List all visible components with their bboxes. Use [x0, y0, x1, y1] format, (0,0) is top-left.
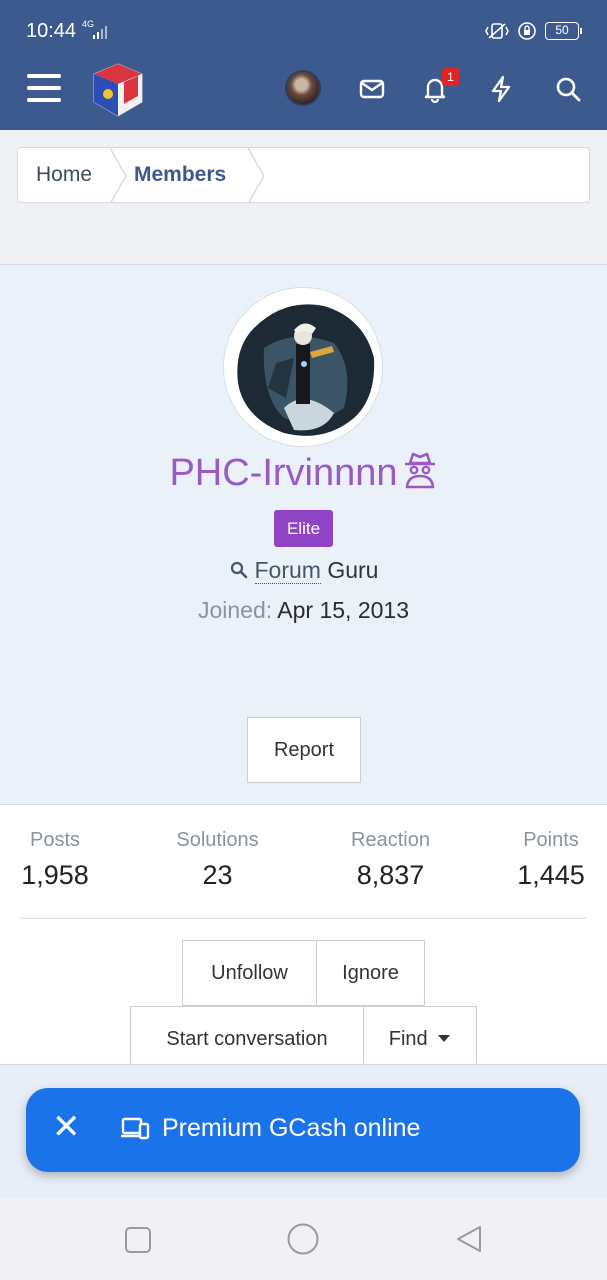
- unfollow-button[interactable]: Unfollow: [182, 940, 317, 1006]
- signal-icon: [93, 26, 107, 39]
- user-title: Forum Guru: [0, 557, 607, 584]
- breadcrumb-separator-icon: [247, 148, 265, 202]
- find-label: Find: [388, 1028, 428, 1050]
- battery-indicator: 50: [545, 22, 582, 40]
- stat-value: 8,837: [356, 860, 425, 890]
- divider: [20, 918, 587, 919]
- search-icon[interactable]: [553, 74, 583, 104]
- user-banner: Elite: [274, 510, 333, 547]
- bolt-icon[interactable]: [486, 74, 516, 104]
- joined-date: Joined: Apr 15, 2013: [0, 597, 607, 624]
- breadcrumb-area: Home Members: [0, 130, 607, 264]
- stat-value: 1,445: [517, 860, 585, 890]
- status-bar: 10:44 4G 50: [0, 0, 607, 62]
- title-link[interactable]: Forum: [254, 557, 321, 584]
- breadcrumb: Home Members: [17, 147, 590, 203]
- stat-label: Reaction: [351, 829, 430, 851]
- data-saver-icon: [518, 22, 536, 40]
- site-logo[interactable]: [90, 62, 146, 120]
- search-icon: [230, 561, 247, 579]
- caret-down-icon: [438, 1035, 451, 1042]
- avatar-artwork: [224, 288, 382, 446]
- breadcrumb-members[interactable]: Members: [134, 148, 226, 202]
- menu-button[interactable]: [27, 74, 61, 104]
- joined-label: Joined:: [197, 597, 273, 623]
- stat-solutions[interactable]: Solutions 23: [160, 829, 275, 891]
- clock: 10:44: [26, 20, 77, 42]
- app-header: [0, 62, 607, 130]
- profile-avatar[interactable]: [223, 287, 383, 447]
- stat-posts[interactable]: Posts 1,958: [12, 829, 98, 891]
- profile-card: PHC-Irvinnnn Elite Forum Guru Joined: Ap…: [0, 264, 607, 804]
- joined-value: Apr 15, 2013: [277, 597, 409, 623]
- system-nav-bar: [0, 1198, 607, 1280]
- title-rest: Guru: [320, 557, 379, 583]
- breadcrumb-separator-icon: [109, 148, 127, 202]
- recent-apps-icon[interactable]: [124, 1226, 152, 1254]
- report-button[interactable]: Report: [247, 717, 361, 783]
- ignore-button[interactable]: Ignore: [316, 940, 425, 1006]
- stat-reaction[interactable]: Reaction 8,837: [335, 829, 446, 891]
- breadcrumb-home[interactable]: Home: [36, 148, 92, 202]
- back-icon[interactable]: [454, 1224, 484, 1254]
- close-icon[interactable]: ✕: [52, 1110, 81, 1144]
- user-avatar[interactable]: [285, 70, 321, 106]
- stat-label: Solutions: [176, 829, 259, 851]
- incognito-icon: [404, 452, 435, 489]
- profile-username: PHC-Irvinnnn: [0, 451, 607, 495]
- devices-icon: [121, 1117, 150, 1140]
- stat-points[interactable]: Points 1,445: [508, 829, 594, 891]
- vibrate-icon: [485, 23, 509, 39]
- stat-label: Points: [523, 829, 579, 851]
- start-conversation-button[interactable]: Start conversation: [130, 1006, 364, 1072]
- stat-label: Posts: [29, 829, 81, 851]
- username-text: PHC-Irvinnnn: [169, 452, 398, 494]
- stat-value: 1,958: [21, 860, 89, 890]
- stat-value: 23: [202, 860, 233, 890]
- member-stats: Posts 1,958 Solutions 23 Reaction 8,837 …: [0, 804, 607, 920]
- mail-icon[interactable]: [357, 74, 387, 104]
- gcash-ad-banner[interactable]: ✕ Premium GCash online: [26, 1088, 580, 1172]
- ad-text: Premium GCash online: [162, 1114, 421, 1142]
- notification-badge: 1: [442, 68, 459, 86]
- find-button[interactable]: Find: [363, 1006, 477, 1072]
- home-icon[interactable]: [286, 1222, 320, 1256]
